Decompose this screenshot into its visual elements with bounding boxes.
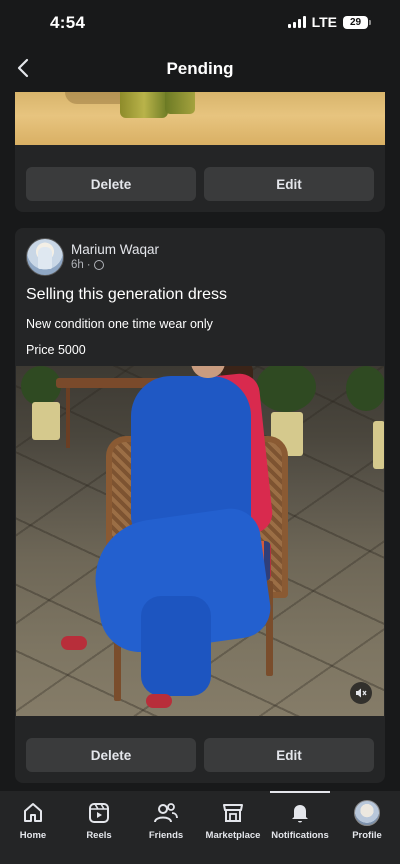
signal-icon (287, 16, 306, 28)
image-object (165, 92, 195, 114)
battery-icon: 29 (343, 15, 371, 29)
nav-label: Home (19, 830, 47, 841)
plant (346, 366, 384, 411)
nav-profile[interactable]: Profile (347, 791, 387, 851)
nav-reels[interactable]: Reels (79, 791, 119, 851)
pot (373, 421, 384, 469)
edit-button[interactable]: Edit (204, 738, 374, 772)
image-object (120, 92, 168, 118)
edit-button[interactable]: Edit (204, 167, 374, 201)
status-bar: 4:54 LTE 29 (0, 0, 400, 46)
speaker-muted-icon (356, 688, 367, 698)
plant (21, 366, 61, 406)
page-header: Pending (0, 46, 400, 92)
delete-button[interactable]: Delete (26, 738, 196, 772)
post-title: Selling this generation dress (26, 286, 228, 303)
nav-label: Reels (86, 830, 112, 841)
post-time: 6h (71, 259, 84, 271)
post-image[interactable] (15, 92, 385, 145)
nav-friends[interactable]: Friends (143, 791, 189, 851)
nav-home[interactable]: Home (13, 791, 53, 851)
shoe (61, 636, 87, 650)
bottom-nav: Home Reels Friends Marketplace Notificat… (0, 791, 400, 864)
nav-label: Friends (148, 830, 184, 841)
pot (32, 402, 60, 440)
nav-label: Marketplace (205, 830, 261, 841)
pending-post-card: Marium Waqar 6h · Selling this generatio… (15, 228, 385, 783)
home-icon (20, 800, 46, 826)
battery-level: 29 (349, 16, 362, 28)
page-title: Pending (166, 59, 234, 78)
pending-post-card-previous: Delete Edit (15, 92, 385, 212)
shoe (146, 694, 172, 708)
bell-icon (287, 800, 313, 826)
mute-button[interactable] (350, 682, 372, 704)
profile-avatar (354, 800, 380, 826)
status-indicators: LTE 29 (287, 14, 371, 30)
reels-icon (86, 800, 112, 826)
marketplace-icon (220, 800, 246, 826)
network-label: LTE (311, 14, 337, 30)
status-time: 4:54 (50, 13, 86, 32)
post-video[interactable] (16, 366, 384, 716)
author-avatar[interactable] (26, 238, 64, 276)
nav-marketplace[interactable]: Marketplace (203, 791, 263, 851)
nav-label: Notifications (271, 830, 329, 841)
nav-label: Profile (352, 830, 382, 841)
post-price: Price 5000 (26, 343, 86, 357)
friends-icon (153, 800, 179, 826)
delete-button[interactable]: Delete (26, 167, 196, 201)
author-name[interactable]: Marium Waqar (71, 242, 159, 257)
post-description: New condition one time wear only (26, 317, 213, 331)
post-meta: 6h · (71, 259, 104, 271)
meta-separator: · (86, 259, 91, 271)
nav-notifications[interactable]: Notifications (268, 791, 332, 851)
globe-icon (93, 260, 104, 270)
